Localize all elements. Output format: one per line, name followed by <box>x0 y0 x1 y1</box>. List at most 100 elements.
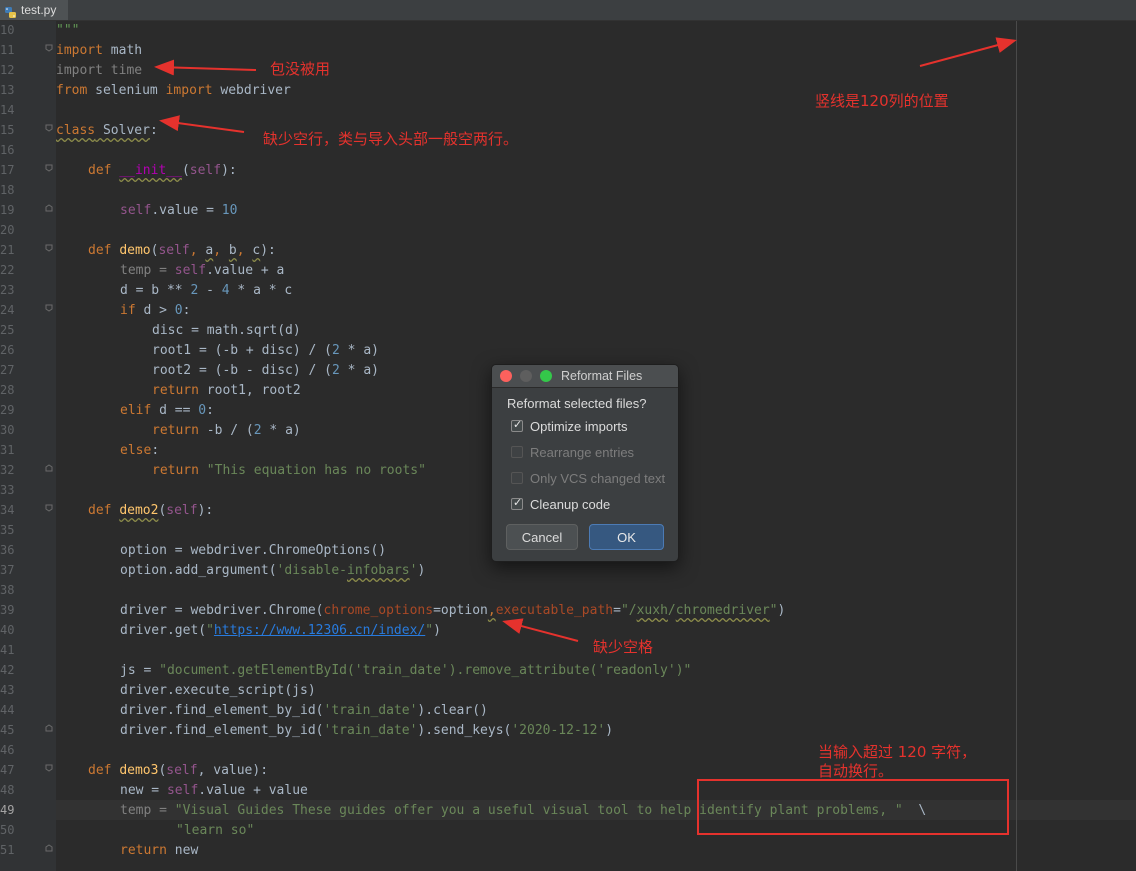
code-line-24: if d > 0: <box>120 303 191 318</box>
line-number: 35 <box>0 523 14 537</box>
checkbox-only-vcs-changed: Only VCS changed text <box>511 469 665 487</box>
checkbox-optimize-imports[interactable]: ✓ Optimize imports <box>511 417 628 435</box>
code-line-26: root1 = (-b + disc) / (2 * a) <box>152 343 379 358</box>
line-number: 28 <box>0 383 14 397</box>
reformat-files-dialog: Reformat Files Reformat selected files? … <box>491 364 679 562</box>
line-number: 37 <box>0 563 14 577</box>
line-number: 26 <box>0 343 14 357</box>
line-number: 42 <box>0 663 14 677</box>
dialog-question: Reformat selected files? <box>507 396 647 411</box>
line-number: 34 <box>0 503 14 517</box>
line-number: 50 <box>0 823 14 837</box>
ok-button[interactable]: OK <box>589 524 664 550</box>
line-number: 17 <box>0 163 14 177</box>
check-icon: ✓ <box>513 496 523 509</box>
line-number: 49 <box>0 803 14 817</box>
checkbox-box <box>511 472 523 484</box>
annotation-unused-import: 包没被用 <box>270 60 331 78</box>
checkbox-box <box>511 446 523 458</box>
line-number: 45 <box>0 723 14 737</box>
code-line-13: from selenium import webdriver <box>56 83 291 98</box>
line-number: 30 <box>0 423 14 437</box>
line-number: 20 <box>0 223 14 237</box>
cancel-button[interactable]: Cancel <box>506 524 578 550</box>
code-line-39: driver = webdriver.Chrome(chrome_options… <box>120 603 786 618</box>
code-line-21: def demo(self, a, b, c): <box>88 243 276 258</box>
editor-tab-bar: test.py <box>0 0 1136 21</box>
code-line-11: import math <box>56 43 143 58</box>
line-number: 41 <box>0 643 14 657</box>
code-line-34: def demo2(self): <box>88 503 214 518</box>
annotation-auto-wrap-1: 当输入超过 120 字符， <box>818 743 977 761</box>
checkbox-box[interactable]: ✓ <box>511 496 523 510</box>
line-number: 16 <box>0 143 14 157</box>
line-number: 23 <box>0 283 14 297</box>
annotation-missing-space: 缺少空格 <box>593 638 654 656</box>
line-number: 33 <box>0 483 14 497</box>
annotation-guide-position: 竖线是120列的位置 <box>815 92 949 110</box>
url-link[interactable]: https://www.12306.cn/index/ <box>214 623 425 638</box>
fold-marker-icon[interactable] <box>45 764 53 772</box>
code-line-45: driver.find_element_by_id('train_date').… <box>120 723 614 738</box>
line-number: 32 <box>0 463 14 477</box>
code-line-10: """ <box>56 23 80 38</box>
line-number: 14 <box>0 103 14 117</box>
line-number: 18 <box>0 183 14 197</box>
fold-marker-icon[interactable] <box>45 304 53 312</box>
dialog-title: Reformat Files <box>561 369 643 383</box>
zoom-icon[interactable] <box>540 370 552 382</box>
code-line-28: return root1, root2 <box>152 383 301 398</box>
line-number: 46 <box>0 743 14 757</box>
fold-marker-icon[interactable] <box>45 724 53 732</box>
code-line-31: else: <box>120 443 160 458</box>
fold-marker-icon[interactable] <box>45 244 53 252</box>
code-line-42: js = "document.getElementById('train_dat… <box>120 663 692 678</box>
close-icon[interactable] <box>500 370 512 382</box>
fold-marker-icon[interactable] <box>45 464 53 472</box>
code-line-32: return "This equation has no roots" <box>152 463 426 478</box>
annotation-missing-blank-lines: 缺少空行，类与导入头部一般空两行。 <box>263 130 519 148</box>
ide-window: test.py 10 11 12 13 14 15 16 17 18 19 20 21 22 23 24 25… <box>0 0 1136 871</box>
line-number: 25 <box>0 323 14 337</box>
line-number: 43 <box>0 683 14 697</box>
line-number: 11 <box>0 43 14 57</box>
code-line-19: self.value = 10 <box>120 203 238 218</box>
code-line-37: option.add_argument('disable-infobars') <box>120 563 426 578</box>
code-line-29: elif d == 0: <box>120 403 214 418</box>
code-line-51: return new <box>120 843 199 858</box>
line-number: 21 <box>0 243 14 257</box>
line-number: 12 <box>0 63 14 77</box>
checkbox-box[interactable]: ✓ <box>511 418 523 432</box>
code-line-36: option = webdriver.ChromeOptions() <box>120 543 387 558</box>
fold-marker-icon[interactable] <box>45 124 53 132</box>
line-number-gutter[interactable]: 10 11 12 13 14 15 16 17 18 19 20 21 22 23 24 25 26 27 28 29… <box>0 21 56 871</box>
fold-marker-icon[interactable] <box>45 164 53 172</box>
code-line-15: class Solver: <box>56 123 158 138</box>
dialog-title-bar[interactable]: Reformat Files <box>492 365 678 388</box>
fold-marker-icon[interactable] <box>45 44 53 52</box>
tab-label: test.py <box>21 3 57 17</box>
check-icon: ✓ <box>513 418 523 431</box>
line-number: 44 <box>0 703 14 717</box>
fold-marker-icon[interactable] <box>45 204 53 212</box>
line-number: 48 <box>0 783 14 797</box>
line-number: 10 <box>0 23 14 37</box>
fold-marker-icon[interactable] <box>45 844 53 852</box>
code-line-47: def demo3(self, value): <box>88 763 269 778</box>
code-line-50: "learn so" <box>176 823 255 838</box>
code-line-44: driver.find_element_by_id('train_date').… <box>120 703 488 718</box>
line-number: 15 <box>0 123 14 137</box>
line-number: 19 <box>0 203 14 217</box>
line-number: 27 <box>0 363 14 377</box>
code-line-30: return -b / (2 * a) <box>152 423 301 438</box>
fold-marker-icon[interactable] <box>45 504 53 512</box>
python-file-icon <box>4 4 17 18</box>
code-line-25: disc = math.sqrt(d) <box>152 323 301 338</box>
minimize-icon <box>520 370 532 382</box>
line-number: 13 <box>0 83 14 97</box>
line-number: 29 <box>0 403 14 417</box>
code-line-23: d = b ** 2 - 4 * a * c <box>120 283 293 298</box>
tab-test-py[interactable]: test.py <box>0 0 68 20</box>
checkbox-cleanup-code[interactable]: ✓ Cleanup code <box>511 495 610 513</box>
annotation-highlight-box <box>697 779 1009 835</box>
